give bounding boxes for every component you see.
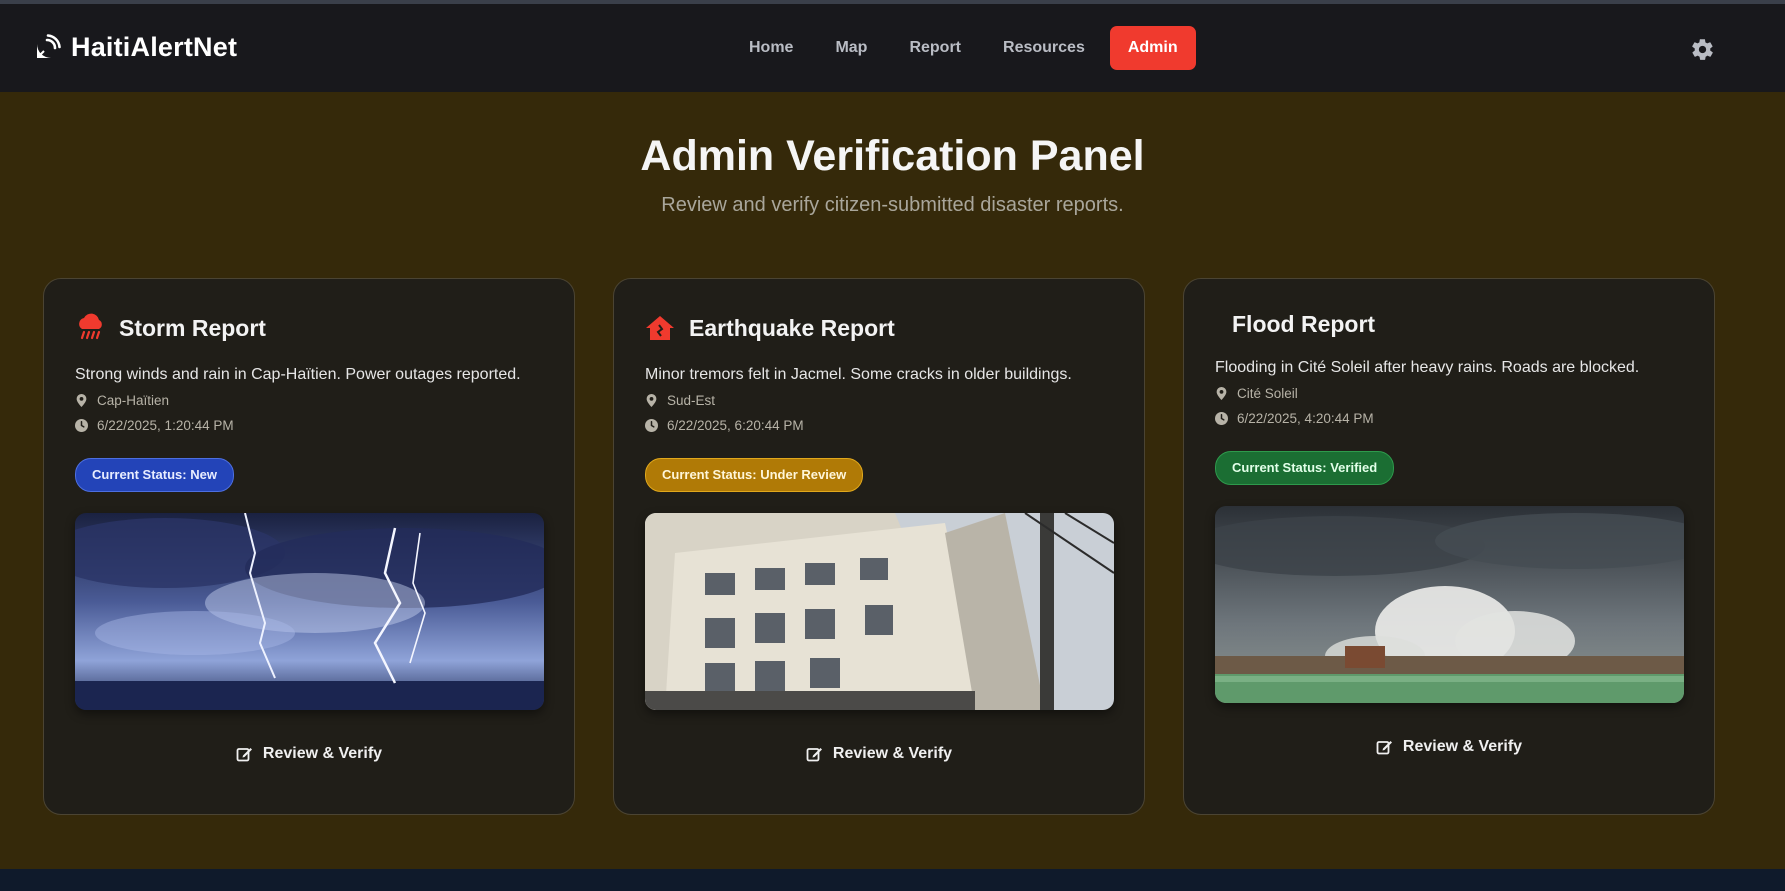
review-verify-button[interactable]: Review & Verify (1184, 738, 1714, 760)
card-location: Sud-Est (645, 393, 715, 408)
review-verify-label: Review & Verify (262, 745, 383, 762)
status-badge: Current Status: New (75, 458, 234, 492)
brand[interactable]: HaitiAlertNet (33, 32, 237, 63)
card-timestamp: 6/22/2025, 6:20:44 PM (645, 418, 804, 433)
report-card-flood: Flood Report Flooding in Cité Soleil aft… (1183, 278, 1715, 815)
navbar: HaitiAlertNet Home Map Report Resources … (0, 4, 1785, 92)
card-location: Cité Soleil (1215, 386, 1298, 401)
status-badge: Current Status: Verified (1215, 451, 1395, 485)
location-text: Cité Soleil (1237, 386, 1298, 401)
map-pin-icon (76, 394, 87, 407)
nav-links: Home Map Report Resources Admin (728, 26, 1196, 70)
review-verify-label: Review & Verify (832, 745, 953, 762)
card-description: Flooding in Cité Soleil after heavy rain… (1215, 359, 1640, 376)
nav-link-resources[interactable]: Resources (982, 26, 1106, 70)
nav-link-admin[interactable]: Admin (1109, 26, 1196, 70)
report-image-storm[interactable] (75, 513, 544, 710)
nav-link-report[interactable]: Report (888, 26, 982, 70)
card-header: Earthquake Report (645, 313, 895, 343)
location-text: Cap-Haïtien (97, 393, 170, 408)
card-title: Earthquake Report (689, 314, 895, 341)
cloud-rain-icon (79, 313, 102, 340)
map-pin-icon (646, 394, 657, 407)
card-description: Strong winds and rain in Cap-Haïtien. Po… (75, 366, 521, 383)
card-location: Cap-Haïtien (75, 393, 169, 408)
report-card-earthquake: Earthquake Report Minor tremors felt in … (613, 278, 1145, 815)
card-timestamp: 6/22/2025, 1:20:44 PM (75, 418, 234, 433)
house-damage-icon (646, 316, 674, 340)
nav-link-map[interactable]: Map (814, 26, 888, 70)
report-card-storm: Storm Report Strong winds and rain in Ca… (43, 278, 575, 815)
brand-name: HaitiAlertNet (71, 32, 238, 62)
review-verify-button[interactable]: Review & Verify (614, 745, 1144, 767)
edit-icon (236, 748, 252, 762)
status-badge: Current Status: Under Review (645, 458, 864, 492)
lightning-storm-photo (75, 513, 544, 710)
timestamp-text: 6/22/2025, 4:20:44 PM (1237, 411, 1374, 426)
gear-icon[interactable] (1690, 37, 1715, 62)
edit-icon (806, 748, 822, 762)
card-header: Storm Report (75, 313, 266, 343)
review-verify-button[interactable]: Review & Verify (44, 745, 574, 767)
card-header: Flood Report (1232, 311, 1375, 338)
clock-icon (75, 419, 88, 432)
review-verify-label: Review & Verify (1402, 738, 1523, 755)
edit-icon (1376, 741, 1392, 755)
page-subtitle: Review and verify citizen-submitted disa… (661, 194, 1124, 216)
location-text: Sud-Est (667, 393, 716, 408)
card-title: Flood Report (1232, 311, 1376, 337)
clock-icon (1215, 412, 1228, 425)
main-content: Admin Verification Panel Review and veri… (0, 92, 1785, 869)
card-timestamp: 6/22/2025, 4:20:44 PM (1215, 411, 1374, 426)
report-image-earthquake[interactable] (645, 513, 1114, 710)
clock-icon (645, 419, 658, 432)
card-title: Storm Report (119, 314, 266, 341)
card-description: Minor tremors felt in Jacmel. Some crack… (645, 366, 1072, 383)
wave-crashing-photo (1215, 506, 1684, 703)
report-image-flood[interactable] (1215, 506, 1684, 703)
timestamp-text: 6/22/2025, 1:20:44 PM (97, 418, 234, 433)
page-title: Admin Verification Panel (640, 132, 1145, 180)
map-pin-icon (1216, 387, 1227, 400)
tilted-buildings-photo (645, 513, 1114, 710)
timestamp-text: 6/22/2025, 6:20:44 PM (667, 418, 804, 433)
footer (0, 869, 1785, 891)
nav-link-home[interactable]: Home (728, 26, 814, 70)
satellite-dish-icon (37, 33, 61, 58)
